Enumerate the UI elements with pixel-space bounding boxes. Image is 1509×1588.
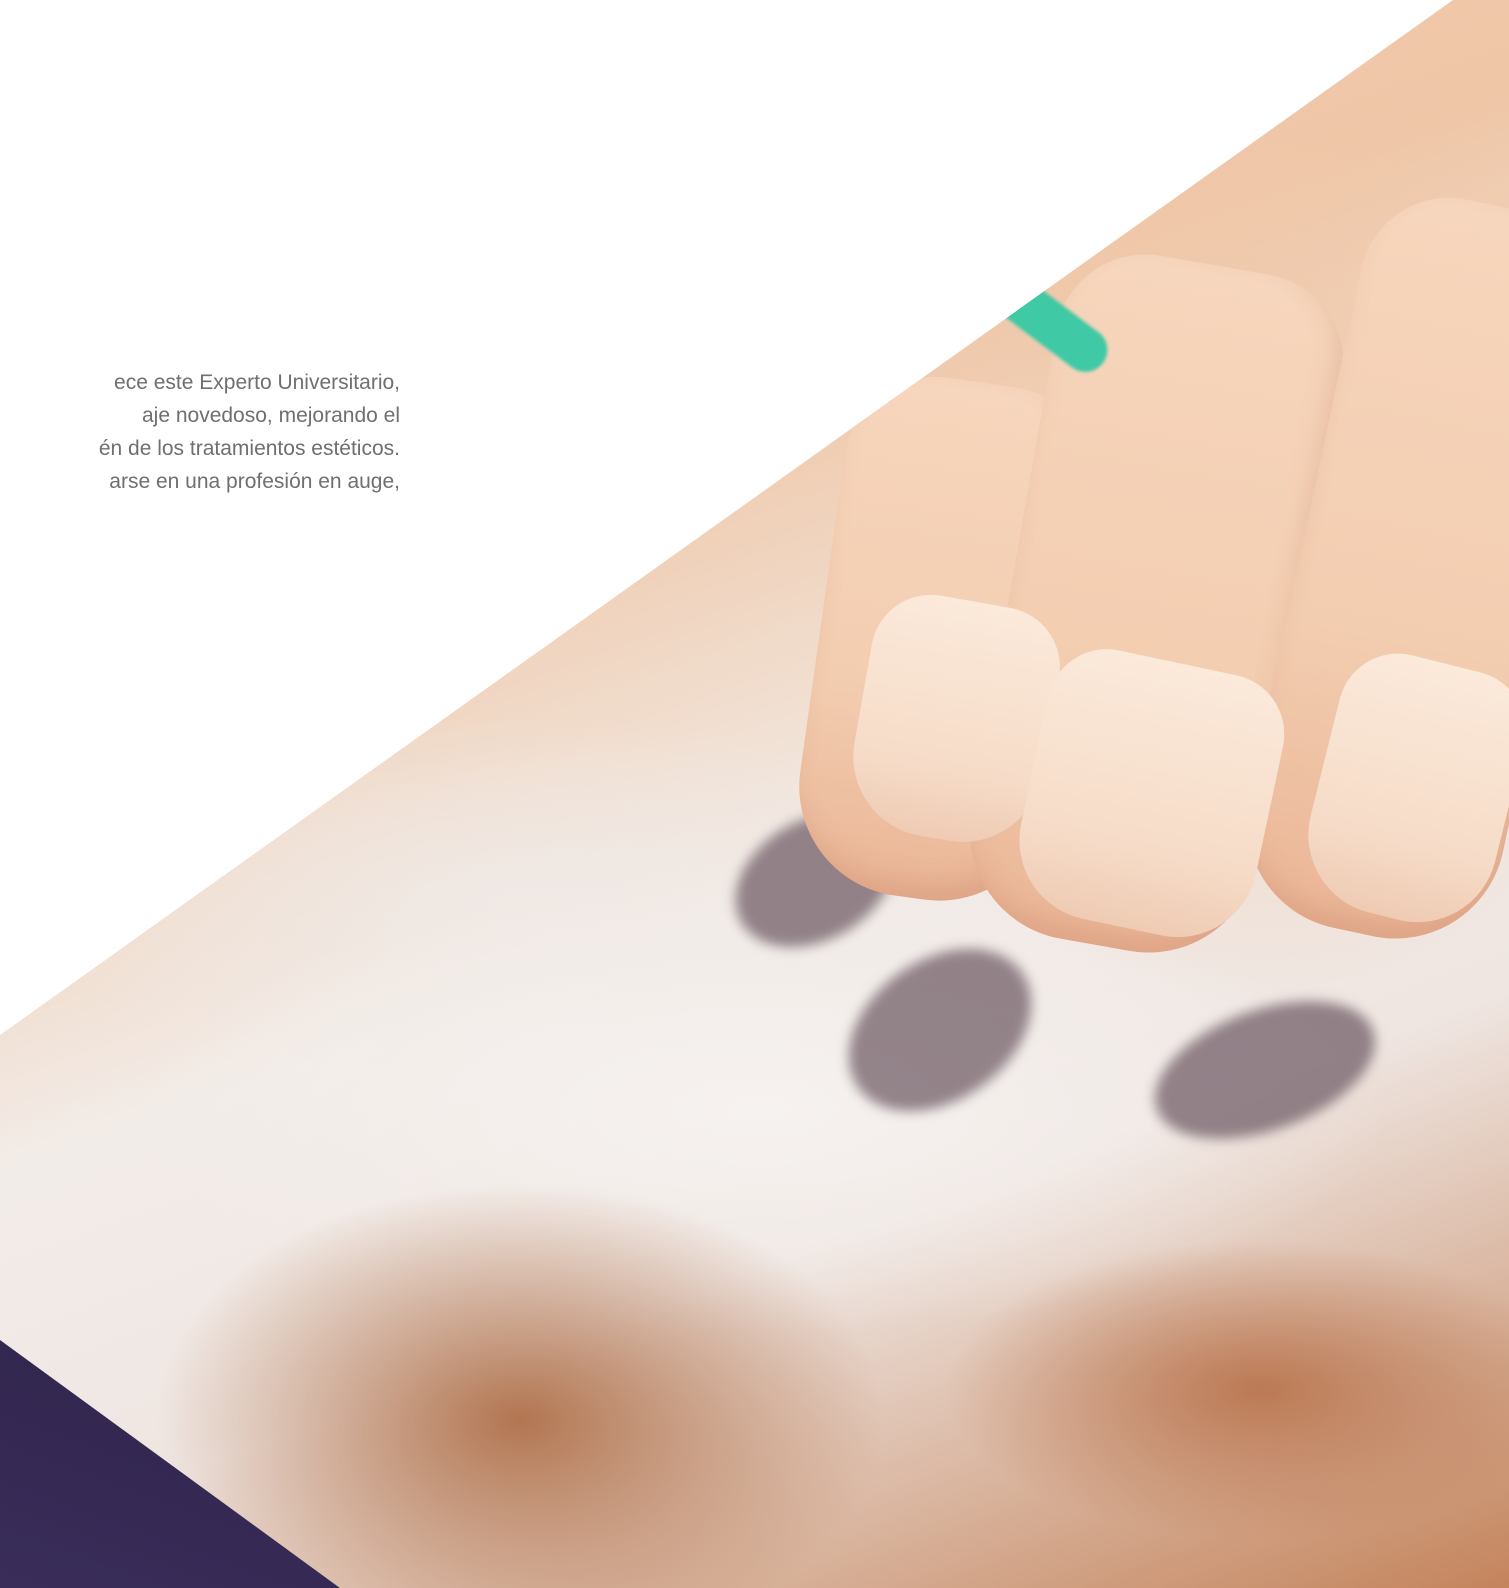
intro-line: én de los tratamientos estéticos. <box>98 437 400 460</box>
intro-line: aje novedoso, mejorando el <box>141 404 400 427</box>
mask-streak <box>1136 974 1394 1166</box>
hero-photo-facial-treatment <box>0 0 1509 1588</box>
mask-streak <box>817 915 1063 1145</box>
intro-line: ece este Experto Universitario, <box>114 371 400 394</box>
intro-paragraph: ece este Experto Universitario, aje nove… <box>0 366 400 498</box>
intro-line: arse en una profesión en auge, <box>109 470 400 493</box>
